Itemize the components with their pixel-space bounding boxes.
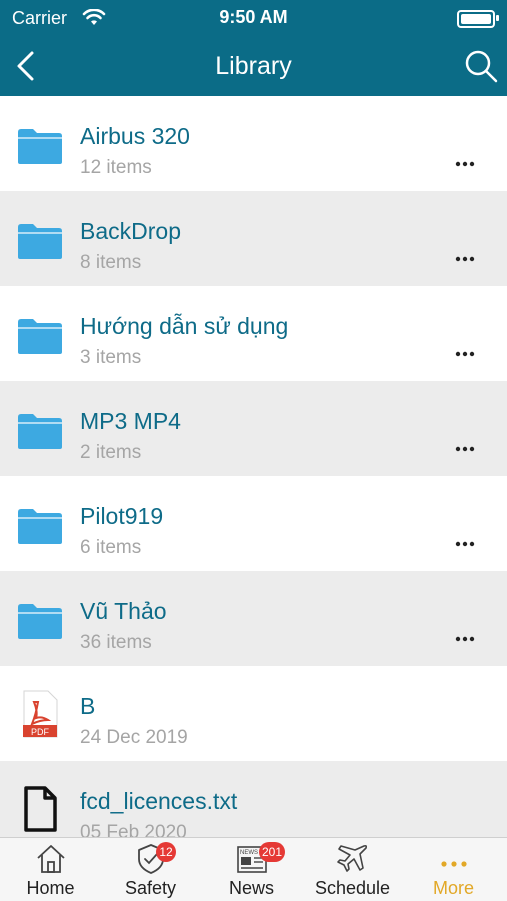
item-name: fcd_licences.txt <box>80 788 238 814</box>
item-name: Vũ Thảo <box>80 598 167 624</box>
library-item-row[interactable]: Hướng dẫn sử dụng 3 items <box>0 286 507 381</box>
pdf-icon-label: PDF <box>31 727 50 737</box>
search-icon[interactable] <box>463 48 499 84</box>
folder-icon <box>18 414 62 449</box>
pdf-file-icon: PDF <box>23 690 58 738</box>
library-list: Airbus 320 12 items BackDrop 8 items Hướng d… <box>0 96 507 837</box>
item-detail: 24 Dec 2019 <box>80 727 188 748</box>
tab-label: More <box>432 878 474 898</box>
item-detail: 8 items <box>80 252 142 273</box>
airplane-icon <box>336 844 367 872</box>
item-name: MP3 MP4 <box>80 408 181 434</box>
library-item-row[interactable]: PDF B 24 Dec 2019 <box>0 666 507 761</box>
library-item-row[interactable]: fcd_licences.txt 05 Feb 2020 <box>0 761 507 837</box>
file-icon <box>24 786 57 832</box>
item-name: B <box>80 693 96 719</box>
battery-icon <box>457 10 495 28</box>
tab-home[interactable]: Home <box>0 838 101 901</box>
more-options-icon[interactable] <box>455 159 475 169</box>
item-detail: 6 items <box>80 537 142 558</box>
folder-icon <box>18 509 62 544</box>
nav-bar: Library <box>0 38 507 96</box>
item-detail: 2 items <box>80 442 142 463</box>
tab-safety[interactable]: Safety 12 <box>100 838 201 901</box>
more-options-icon[interactable] <box>455 444 475 454</box>
more-dots-icon <box>440 861 467 867</box>
tab-label: Home <box>26 878 75 898</box>
library-item-row[interactable]: Vũ Thảo 36 items <box>0 571 507 666</box>
tab-news[interactable]: NEWS News 201 <box>201 838 302 901</box>
battery-tip <box>496 15 499 21</box>
tab-label: Safety <box>124 878 177 898</box>
home-icon <box>36 845 65 873</box>
item-name: Hướng dẫn sử dụng <box>80 313 289 339</box>
more-options-icon[interactable] <box>455 349 475 359</box>
library-item-row[interactable]: MP3 MP4 2 items <box>0 381 507 476</box>
item-detail: 12 items <box>80 157 152 178</box>
notification-badge: 12 <box>156 842 176 862</box>
folder-icon <box>18 224 62 259</box>
folder-icon <box>18 319 62 354</box>
item-name: Pilot919 <box>80 503 164 529</box>
item-name: Airbus 320 <box>80 123 190 149</box>
more-options-icon[interactable] <box>455 634 475 644</box>
news-icon-label: NEWS <box>240 850 258 856</box>
clock: 9:50 AM <box>219 7 288 27</box>
more-options-icon[interactable] <box>455 539 475 549</box>
tab-bar: Home Safety 12 NEWS News 201 Schedule More <box>0 837 507 901</box>
library-item-row[interactable]: Pilot919 6 items <box>0 476 507 571</box>
page-title: Library <box>215 52 292 80</box>
tab-label: Schedule <box>314 878 391 898</box>
item-name: BackDrop <box>80 218 181 244</box>
tab-schedule[interactable]: Schedule <box>302 838 403 901</box>
notification-badge: 201 <box>259 842 286 862</box>
tab-more[interactable]: More <box>403 838 504 901</box>
tab-label: News <box>228 878 274 898</box>
item-detail: 05 Feb 2020 <box>80 822 187 837</box>
more-options-icon[interactable] <box>455 254 475 264</box>
item-detail: 36 items <box>80 632 152 653</box>
library-item-row[interactable]: Airbus 320 12 items <box>0 96 507 191</box>
item-detail: 3 items <box>80 347 142 368</box>
library-item-row[interactable]: BackDrop 8 items <box>0 191 507 286</box>
folder-icon <box>18 129 62 164</box>
folder-icon <box>18 604 62 639</box>
status-bar: Carrier 9:50 AM <box>0 0 507 38</box>
